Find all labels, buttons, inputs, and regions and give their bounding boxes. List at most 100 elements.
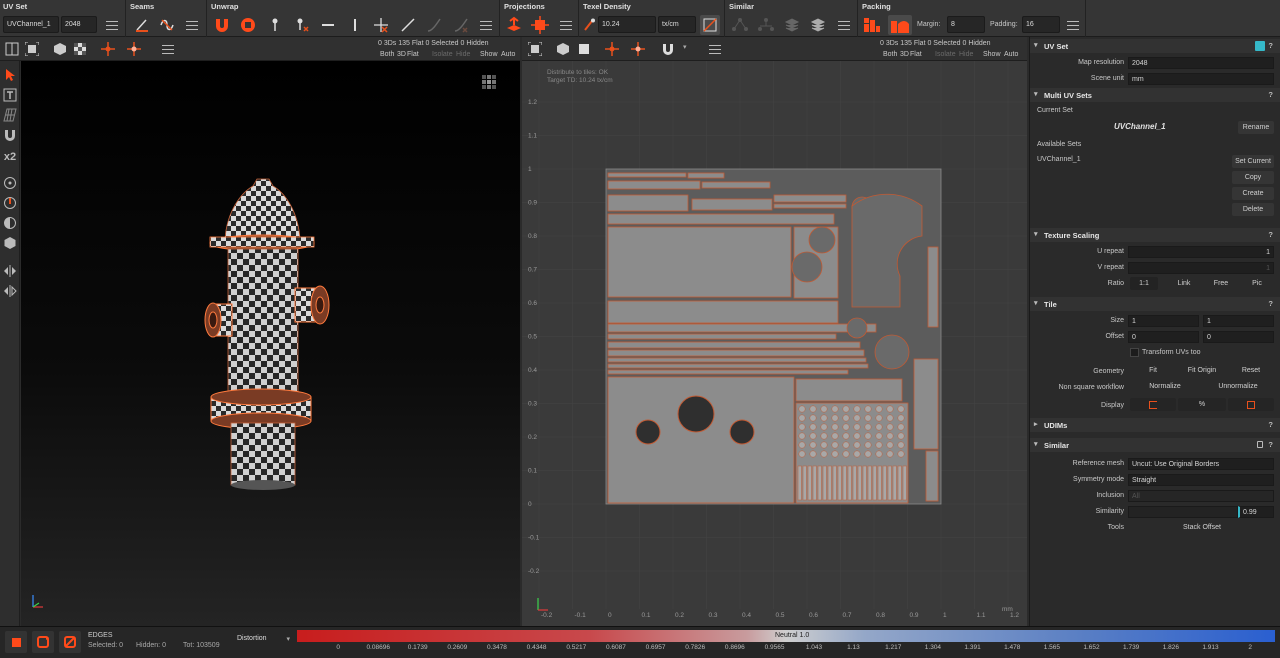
seams-options-icon[interactable] xyxy=(182,15,202,35)
select-mode-vertex-icon[interactable] xyxy=(98,39,118,59)
show-flat-toggle[interactable]: Flat xyxy=(407,51,419,58)
help-icon[interactable]: ? xyxy=(1268,41,1273,50)
diagonal-line-icon[interactable] xyxy=(398,15,418,35)
uv-shaded-cube-icon[interactable] xyxy=(553,39,573,59)
uvset-panel-header[interactable]: ▾ UV Set ? xyxy=(1030,39,1280,53)
ratio-1-1-button[interactable]: 1:1 xyxy=(1130,277,1158,290)
sphere-tool-icon[interactable] xyxy=(2,215,18,231)
shaded-cube-icon[interactable] xyxy=(50,39,70,59)
reset-button[interactable]: Reset xyxy=(1228,364,1274,377)
uvset-options-icon[interactable] xyxy=(102,15,122,35)
grid-cross-icon[interactable] xyxy=(371,15,391,35)
unwrap-magnet-icon[interactable] xyxy=(212,15,232,35)
uv-select-vertex-icon[interactable] xyxy=(602,39,622,59)
stop-icon[interactable] xyxy=(5,631,27,653)
select-mode-edge-icon[interactable] xyxy=(124,39,144,59)
layout-split-icon[interactable] xyxy=(2,39,22,59)
uv-select-edge-icon[interactable] xyxy=(628,39,648,59)
curve-cut-icon[interactable] xyxy=(451,15,471,35)
unwrap-options-icon[interactable] xyxy=(476,15,496,35)
pin-icon[interactable] xyxy=(265,15,285,35)
hexagon-tool-icon[interactable] xyxy=(2,235,18,251)
v-repeat-input[interactable]: 1 xyxy=(1128,262,1274,274)
help-icon[interactable]: ? xyxy=(1268,420,1273,429)
view-cube-icon[interactable] xyxy=(482,75,496,89)
auto-button[interactable]: Auto xyxy=(501,51,515,58)
scene-unit-select[interactable]: mm xyxy=(1128,73,1274,85)
padding-input[interactable]: 16 xyxy=(1022,16,1060,33)
margin-input[interactable]: 8 xyxy=(947,16,985,33)
mirror-vertical-icon[interactable] xyxy=(2,283,18,299)
view-options-icon[interactable] xyxy=(158,39,178,59)
ratio-link-button[interactable]: Link xyxy=(1166,277,1202,290)
similar-panel-header[interactable]: ▾ Similar ? xyxy=(1030,438,1280,452)
projection-planar-icon[interactable] xyxy=(504,15,524,35)
u-repeat-input[interactable]: 1 xyxy=(1128,246,1274,258)
stack-offset-button[interactable]: Stack Offset xyxy=(1130,521,1274,534)
display-percent-button[interactable]: % xyxy=(1178,398,1226,411)
delete-button[interactable]: Delete xyxy=(1232,203,1274,216)
display-brackets-button[interactable] xyxy=(1130,398,1176,411)
size-v-input[interactable]: 1 xyxy=(1203,315,1274,327)
unnormalize-button[interactable]: Unnormalize xyxy=(1202,380,1274,393)
texel-density-input[interactable]: 10.24 xyxy=(598,16,656,33)
packing-options-icon[interactable] xyxy=(1063,15,1083,35)
uv-magnet-icon[interactable] xyxy=(658,39,678,59)
symmetry-mode-select[interactable]: Straight xyxy=(1128,474,1274,486)
uv-show-button[interactable]: Show xyxy=(983,51,1001,58)
target-tool-icon[interactable] xyxy=(2,175,18,191)
rename-button[interactable]: Rename xyxy=(1238,121,1274,134)
eyedropper-icon[interactable] xyxy=(582,15,596,35)
projection-box-icon[interactable] xyxy=(530,15,550,35)
compass-tool-icon[interactable] xyxy=(2,195,18,211)
create-button[interactable]: Create xyxy=(1232,187,1274,200)
uv-show-both-toggle[interactable]: Both xyxy=(883,51,897,58)
frame-icon[interactable] xyxy=(22,39,42,59)
uvset-color-icon[interactable] xyxy=(1255,41,1265,51)
viewport-3d[interactable] xyxy=(21,61,520,626)
tile-panel-header[interactable]: ▾ Tile ? xyxy=(1030,297,1280,311)
pack-icon[interactable] xyxy=(862,15,882,35)
hide-button[interactable]: Hide xyxy=(456,51,470,58)
uv-square-icon[interactable] xyxy=(574,39,594,59)
multiply-tool-icon[interactable]: x2 xyxy=(2,149,18,165)
reference-mesh-select[interactable]: Uncut: Use Original Borders xyxy=(1128,458,1274,470)
seam-cut-icon[interactable] xyxy=(132,15,152,35)
similarity-input[interactable]: 0.99 xyxy=(1238,506,1274,518)
similar-tree-icon[interactable] xyxy=(756,15,776,35)
straighten-vertical-icon[interactable] xyxy=(345,15,365,35)
set-current-button[interactable]: Set Current xyxy=(1232,155,1274,168)
texel-apply-icon[interactable] xyxy=(700,15,720,35)
seam-auto-icon[interactable] xyxy=(157,15,177,35)
show-button[interactable]: Show xyxy=(480,51,498,58)
display-mode-dropdown[interactable]: Distortion ▾ xyxy=(234,633,292,647)
curve-line-icon[interactable] xyxy=(424,15,444,35)
uv-hide-button[interactable]: Hide xyxy=(959,51,973,58)
viewport-uv[interactable]: Distribute to tiles: OK Target TD: 10.24… xyxy=(522,61,1027,626)
uv-show-flat-toggle[interactable]: Flat xyxy=(910,51,922,58)
live-off-icon[interactable] xyxy=(59,631,81,653)
uv-isolate-button[interactable]: Isolate xyxy=(935,51,956,58)
lock-icon[interactable] xyxy=(1257,441,1263,448)
uvset-resolution-select[interactable]: 2048 xyxy=(61,16,97,33)
available-set-item[interactable]: UVChannel_1 xyxy=(1037,156,1081,163)
uv-show-3d-toggle[interactable]: 3D xyxy=(900,51,909,58)
isolate-button[interactable]: Isolate xyxy=(432,51,453,58)
uv-checker-tool-icon[interactable] xyxy=(2,107,18,123)
help-icon[interactable]: ? xyxy=(1268,299,1273,308)
multi-uv-panel-header[interactable]: ▾ Multi UV Sets ? xyxy=(1030,88,1280,102)
magnet-tool-icon[interactable] xyxy=(2,127,18,143)
show-both-toggle[interactable]: Both xyxy=(380,51,394,58)
uv-view-options-icon[interactable] xyxy=(705,39,725,59)
texel-unit-select[interactable]: tx/cm xyxy=(658,16,696,33)
fit-button[interactable]: Fit xyxy=(1130,364,1176,377)
help-icon[interactable]: ? xyxy=(1268,90,1273,99)
inclusion-select[interactable]: All xyxy=(1128,490,1274,502)
live-refresh-icon[interactable] xyxy=(32,631,54,653)
fit-origin-button[interactable]: Fit Origin xyxy=(1178,364,1226,377)
transform-uvs-checkbox[interactable] xyxy=(1130,348,1139,357)
show-3d-toggle[interactable]: 3D xyxy=(397,51,406,58)
similar-select-icon[interactable] xyxy=(730,15,750,35)
udims-panel-header[interactable]: ▸ UDIMs ? xyxy=(1030,418,1280,432)
display-box-button[interactable] xyxy=(1228,398,1274,411)
